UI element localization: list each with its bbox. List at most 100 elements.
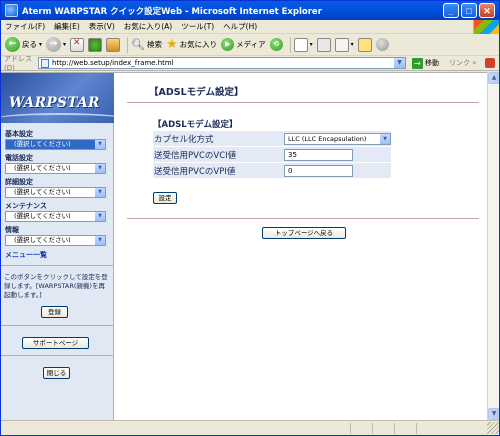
vpi-label: 送受信用PVCのVPI値 [153,163,282,178]
nav-group-basic: 基本設定 (選択してください) ▼ [5,130,107,150]
resize-grip-icon[interactable] [487,422,499,434]
media-icon: ▶ [221,38,235,51]
chevron-down-icon[interactable]: ▼ [95,188,105,197]
nav-select-maintenance-value: (選択してください) [14,212,71,220]
warpstar-logo: WARPSTAR [1,73,114,123]
adsl-settings-table: カプセル化方式 LLC (LLC Encapsulation) ▼ 送受信用PV… [153,130,391,179]
menu-edit[interactable]: 編集(E) [54,21,80,32]
status-cell [373,422,395,434]
discuss-button[interactable] [357,37,372,52]
toolbar-separator [127,36,129,53]
menu-help[interactable]: ヘルプ(H) [223,21,257,32]
navigation-frame: WARPSTAR 基本設定 (選択してください) ▼ 電話設定 (選択してくださ… [1,73,114,420]
minimize-button[interactable]: _ [443,3,459,18]
close-page-button[interactable]: 閉じる [43,367,70,379]
page-icon [41,58,49,68]
mail-dropdown-icon[interactable]: ▾ [310,41,313,48]
scroll-up-icon[interactable]: ▲ [488,72,499,84]
go-button[interactable]: → 移動 [412,57,439,69]
chevron-down-icon[interactable]: ▼ [380,133,390,144]
menu-view[interactable]: 表示(V) [89,21,115,32]
support-page-button[interactable]: サポートページ [22,337,89,349]
set-button[interactable]: 設定 [153,192,177,204]
edit-dropdown-icon[interactable]: ▾ [351,41,354,48]
home-icon [106,37,121,52]
forward-button[interactable]: → ▾ [46,37,66,52]
chevron-down-icon[interactable]: ▼ [95,236,105,245]
address-input[interactable]: http://web.setup/index_frame.html ▼ [38,57,406,69]
logo-text: WARPSTAR [9,95,100,111]
addon-icon[interactable] [484,58,495,68]
edit-icon [334,37,349,52]
nav-select-advanced[interactable]: (選択してください) ▼ [5,187,106,198]
encapsulation-select[interactable]: LLC (LLC Encapsulation) ▼ [284,132,391,145]
status-text-cell [1,422,351,434]
media-button[interactable]: ▶ メディア [221,38,266,51]
forward-dropdown-icon[interactable]: ▾ [63,41,66,48]
page-content: WARPSTAR 基本設定 (選択してください) ▼ 電話設定 (選択してくださ… [1,72,487,420]
windows-logo-icon [473,19,499,34]
history-icon: ⟲ [269,38,283,51]
table-row: 送受信用PVCのVCI値 [153,147,391,162]
chevron-down-icon[interactable]: ▼ [95,140,105,149]
nav-label-basic: 基本設定 [5,130,33,138]
back-button[interactable]: ← 戻る ▾ [5,37,42,52]
refresh-button[interactable] [88,37,103,52]
back-arrow-icon: ← [5,37,20,52]
menu-file[interactable]: ファイル(F) [5,21,45,32]
nav-select-info[interactable]: (選択してください) ▼ [5,235,106,246]
nav-select-basic[interactable]: (選択してください) ▼ [5,139,106,150]
history-button[interactable]: ⟲ [269,38,283,51]
nav-label-info: 情報 [5,226,19,234]
nav-group-maintenance: メンテナンス (選択してください) ▼ [5,202,107,222]
chevron-down-icon[interactable]: ▼ [95,164,105,173]
vertical-scrollbar[interactable]: ▲ ▼ [487,72,499,420]
search-button[interactable]: 🔍︎ 検索 [131,38,162,51]
nav-select-advanced-value: (選択してください) [14,188,71,196]
edit-button[interactable]: ▾ [334,37,354,52]
nav-label-advanced: 詳細設定 [5,178,33,186]
vci-label: 送受信用PVCのVCI値 [153,147,282,162]
nav-select-info-value: (選択してください) [14,236,71,244]
favorites-label: お気に入り [179,40,218,49]
home-button[interactable] [106,37,121,52]
nav-select-phone[interactable]: (選択してください) ▼ [5,163,106,174]
sidebar-divider [1,325,113,326]
toolbar-separator [289,36,291,53]
maximize-button[interactable]: □ [461,3,477,18]
vpi-input[interactable] [284,164,353,177]
mail-button[interactable]: ▾ [293,37,313,52]
chevron-down-icon[interactable]: ▼ [95,212,105,221]
menu-favorites[interactable]: お気に入り(A) [124,21,172,32]
menu-tools[interactable]: ツール(T) [181,21,214,32]
register-help-text: このボタンをクリックして設定を登録します。[WARPSTAR(親機)を再起動しま… [4,273,108,299]
forward-arrow-icon: → [46,37,62,52]
menu-list-link[interactable]: メニュー一覧 [5,250,47,260]
stop-icon [70,37,85,52]
back-dropdown-icon[interactable]: ▾ [39,41,42,48]
register-button[interactable]: 登録 [41,306,68,318]
title-bar[interactable]: Aterm WARPSTAR クイック設定Web - Microsoft Int… [1,1,499,20]
scroll-down-icon[interactable]: ▼ [488,408,499,420]
window-title: Aterm WARPSTAR クイック設定Web - Microsoft Int… [22,6,322,17]
address-url: http://web.setup/index_frame.html [52,59,174,67]
top-page-button[interactable]: トップページへ戻る [262,227,346,239]
print-button[interactable] [316,37,331,52]
nav-group-advanced: 詳細設定 (選択してください) ▼ [5,178,107,198]
encapsulation-label: カプセル化方式 [153,131,282,146]
ie-icon [5,4,18,17]
search-label: 検索 [147,40,162,49]
address-dropdown-icon[interactable]: ▼ [394,58,405,68]
nav-select-maintenance[interactable]: (選択してください) ▼ [5,211,106,222]
messenger-button[interactable] [375,38,389,51]
encapsulation-cell: LLC (LLC Encapsulation) ▼ [282,131,391,146]
media-label: メディア [236,40,266,49]
links-button[interactable]: リンク » [449,58,477,68]
nav-label-maintenance: メンテナンス [5,202,47,210]
stop-button[interactable] [70,37,85,52]
go-label: 移動 [425,59,439,67]
close-button[interactable]: ✕ [479,3,495,18]
nav-group-info: 情報 (選択してください) ▼ [5,226,107,246]
favorites-button[interactable]: ★ お気に入り [166,37,217,52]
vci-input[interactable] [284,148,353,161]
